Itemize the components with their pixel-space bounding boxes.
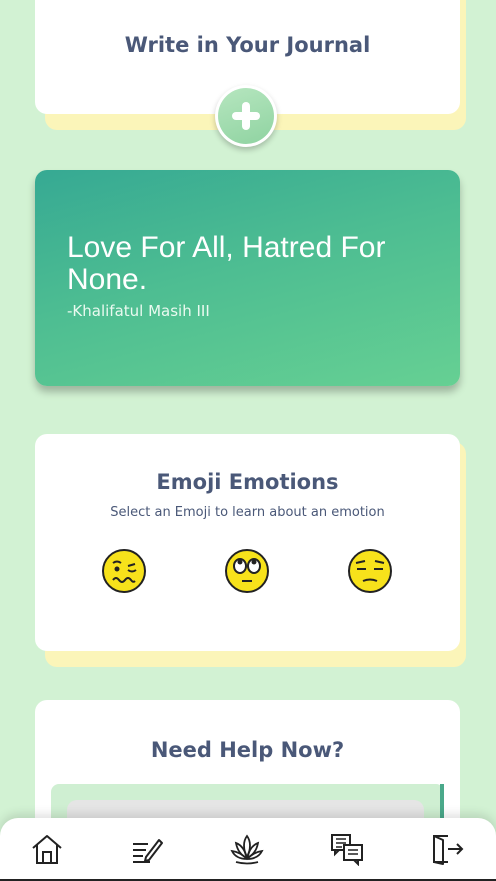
lotus-icon[interactable]: [229, 831, 265, 867]
woozy-face-icon[interactable]: [101, 548, 147, 594]
journal-title: Write in Your Journal: [124, 33, 371, 57]
quote-card: Love For All, Hatred For None. -Khalifat…: [35, 170, 460, 386]
journal-icon[interactable]: [129, 831, 165, 867]
emoji-card-body: Emoji Emotions Select an Emoji to learn …: [35, 434, 460, 651]
chat-icon[interactable]: [329, 831, 365, 867]
emoji-emotions-title: Emoji Emotions: [156, 470, 339, 494]
bottom-navigation: [0, 818, 496, 881]
plus-icon: [218, 88, 274, 144]
home-icon[interactable]: [29, 831, 65, 867]
quote-text: Love For All, Hatred For None.: [67, 231, 386, 296]
relieved-face-icon[interactable]: [347, 548, 393, 594]
emoji-emotions-card: Emoji Emotions Select an Emoji to learn …: [35, 434, 466, 667]
quote-author: -Khalifatul Masih III: [67, 302, 210, 320]
app-screen: Write in Your Journal Love For All, Hatr…: [0, 0, 496, 881]
add-journal-button[interactable]: [215, 85, 277, 147]
face-with-rolling-eyes-icon[interactable]: [224, 548, 270, 594]
need-help-title: Need Help Now?: [150, 738, 345, 762]
emoji-emotions-subtitle: Select an Emoji to learn about an emotio…: [110, 505, 385, 520]
logout-icon[interactable]: [429, 831, 465, 867]
